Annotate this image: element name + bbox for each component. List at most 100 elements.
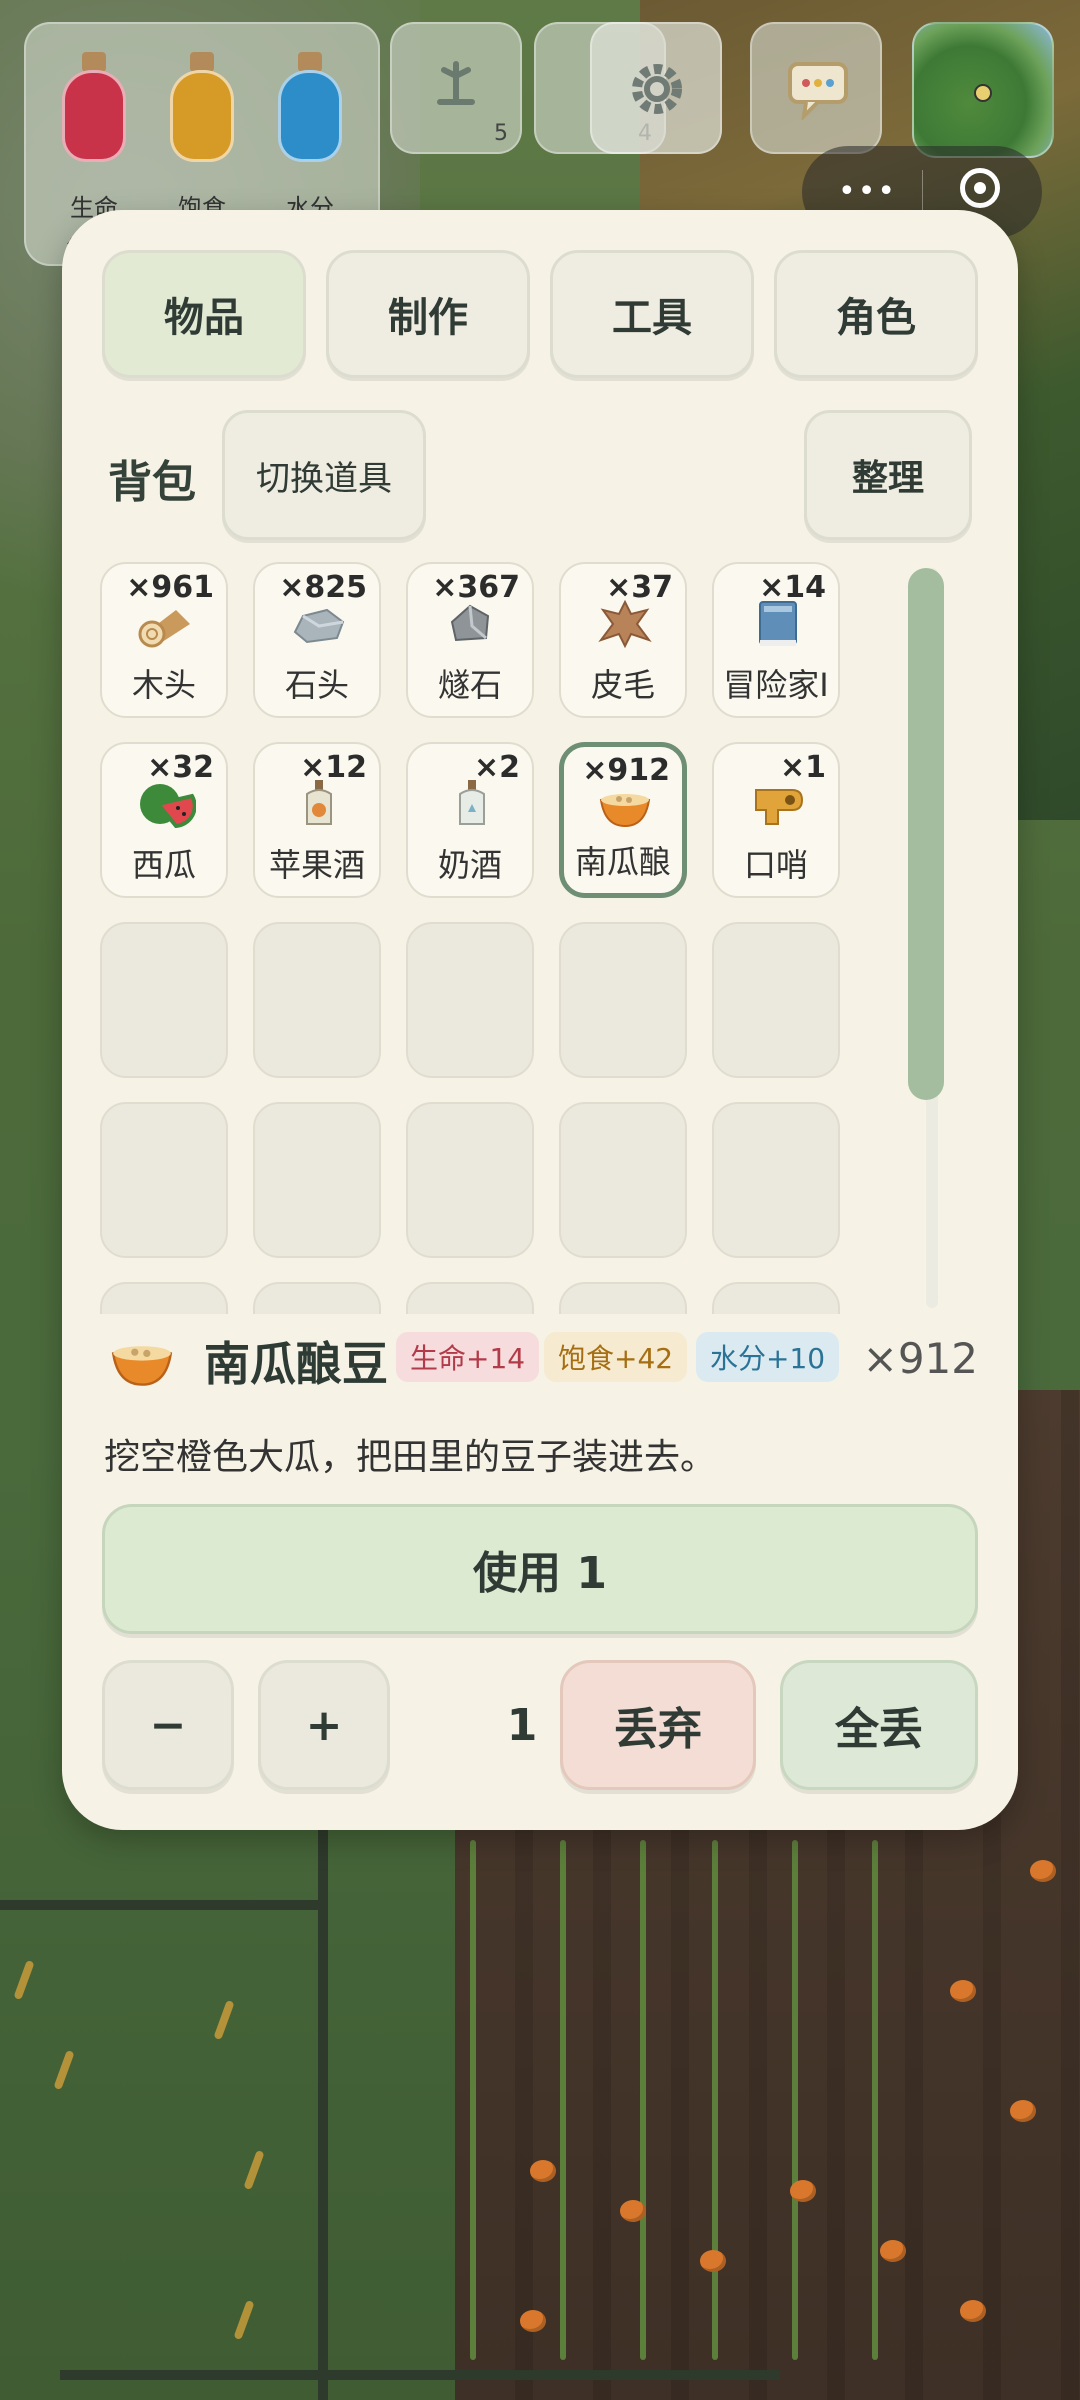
pumpkin xyxy=(950,1980,976,2002)
quick-slot-1[interactable]: 5 xyxy=(390,22,522,154)
item-name: 燧石 xyxy=(437,666,502,704)
inventory-slot-empty[interactable] xyxy=(559,1282,687,1314)
item-quantity: ×825 xyxy=(279,570,367,605)
sort-button[interactable]: 整理 xyxy=(804,410,972,540)
pumpkin-bowl-icon xyxy=(111,1346,173,1386)
item-description: 挖空橙色大瓜，把田里的豆子装进去。 xyxy=(104,1437,717,1478)
quick-slot-count: 5 xyxy=(494,121,508,146)
sapling-icon xyxy=(437,61,475,105)
fence-post xyxy=(318,1830,328,2400)
tab-items[interactable]: 物品 xyxy=(102,250,306,378)
item-name: 南瓜酿 xyxy=(574,843,671,881)
pumpkin xyxy=(1010,2100,1036,2122)
tab-tools[interactable]: 工具 xyxy=(550,250,754,378)
item-quantity: ×1 xyxy=(779,750,826,785)
pumpkin xyxy=(700,2250,726,2272)
inventory-slot-fur[interactable]: ×37 皮毛 xyxy=(559,562,687,718)
water-potion-icon xyxy=(278,52,342,162)
bean-vine xyxy=(792,1840,798,2360)
use-button[interactable]: 使用 1 xyxy=(102,1504,978,1634)
decrease-button[interactable]: − xyxy=(102,1660,234,1790)
item-name: 口哨 xyxy=(743,846,808,884)
item-quantity: ×367 xyxy=(432,570,520,605)
inventory-grid: ×961 木头 ×825 石头 ×367 燧石 ×37 皮毛 ×14 冒险家I … xyxy=(100,562,890,1314)
pumpkin xyxy=(790,2180,816,2202)
bean-vine xyxy=(470,1840,476,2360)
more-menu-icon[interactable]: ••• xyxy=(838,174,897,209)
selected-item-name: 南瓜酿豆 xyxy=(204,1337,388,1391)
inventory-scrollbar-thumb[interactable] xyxy=(908,568,944,1100)
pumpkin xyxy=(520,2310,546,2332)
inventory-slot-empty[interactable] xyxy=(559,1102,687,1258)
item-name: 石头 xyxy=(284,666,349,704)
player-marker-icon xyxy=(974,84,992,102)
inventory-slot-empty[interactable] xyxy=(100,1282,228,1314)
item-name: 皮毛 xyxy=(590,666,655,704)
pumpkin xyxy=(960,2300,986,2322)
tab-crafting[interactable]: 制作 xyxy=(326,250,530,378)
bean-vine xyxy=(560,1840,566,2360)
item-name: 苹果酒 xyxy=(268,846,365,884)
pumpkin xyxy=(620,2200,646,2222)
inventory-slot-empty[interactable] xyxy=(406,922,534,1078)
inventory-slot-empty[interactable] xyxy=(406,1282,534,1314)
inventory-slot-empty[interactable] xyxy=(253,1102,381,1258)
item-name: 奶酒 xyxy=(437,846,502,884)
inventory-slot-pumpkin-stew[interactable]: ×912 南瓜酿 xyxy=(559,742,687,898)
fence-bottom xyxy=(60,2370,780,2380)
fence xyxy=(0,1900,320,1910)
minimap[interactable] xyxy=(912,22,1054,158)
inventory-slot-whistle[interactable]: ×1 口哨 xyxy=(712,742,840,898)
stat-chip-health: 生命+14 xyxy=(396,1332,540,1382)
inventory-slot-empty[interactable] xyxy=(712,922,840,1078)
item-quantity: ×12 xyxy=(300,750,367,785)
bean-vine xyxy=(640,1840,646,2360)
bean-vine xyxy=(872,1840,878,2360)
inventory-slot-empty[interactable] xyxy=(253,922,381,1078)
inventory-slot-empty[interactable] xyxy=(253,1282,381,1314)
bean-vine xyxy=(712,1840,718,2360)
chat-bubble-icon xyxy=(788,62,848,120)
item-quantity: ×961 xyxy=(126,570,214,605)
pumpkin xyxy=(880,2240,906,2262)
tab-character[interactable]: 角色 xyxy=(774,250,978,378)
inventory-slot-empty[interactable] xyxy=(712,1282,840,1314)
pumpkin xyxy=(530,2160,556,2182)
item-quantity: ×37 xyxy=(606,570,673,605)
inventory-slot-milk-wine[interactable]: ×2 奶酒 xyxy=(406,742,534,898)
switch-item-button[interactable]: 切换道具 xyxy=(222,410,426,540)
item-quantity: ×2 xyxy=(473,750,520,785)
inventory-slot-empty[interactable] xyxy=(100,922,228,1078)
inventory-slot-empty[interactable] xyxy=(100,1102,228,1258)
inventory-slot-stone[interactable]: ×825 石头 xyxy=(253,562,381,718)
chat-button[interactable] xyxy=(750,22,882,154)
backpack-title: 背包 xyxy=(108,457,196,508)
close-target-icon[interactable] xyxy=(960,168,1000,208)
health-potion-icon xyxy=(62,52,126,162)
stat-chip-water: 水分+10 xyxy=(696,1332,840,1382)
inventory-slot-wood[interactable]: ×961 木头 xyxy=(100,562,228,718)
increase-button[interactable]: + xyxy=(258,1660,390,1790)
inventory-slot-empty[interactable] xyxy=(406,1102,534,1258)
inventory-slot-empty[interactable] xyxy=(712,1102,840,1258)
stat-chip-hunger: 饱食+42 xyxy=(544,1332,688,1382)
item-quantity: ×14 xyxy=(759,570,826,605)
selected-item-quantity: ×912 xyxy=(862,1334,978,1383)
inventory-panel: 物品 制作 工具 角色 背包 切换道具 整理 ×961 木头 ×825 石头 ×… xyxy=(62,210,1018,1830)
inventory-slot-flint[interactable]: ×367 燧石 xyxy=(406,562,534,718)
item-name: 木头 xyxy=(131,666,196,704)
discard-all-button[interactable]: 全丢 xyxy=(780,1660,978,1790)
item-quantity: ×32 xyxy=(147,750,214,785)
inventory-slot-adventurer-book[interactable]: ×14 冒险家I xyxy=(712,562,840,718)
discard-button[interactable]: 丢弃 xyxy=(560,1660,756,1790)
hunger-potion-icon xyxy=(170,52,234,162)
inventory-slot-watermelon[interactable]: ×32 西瓜 xyxy=(100,742,228,898)
settings-button[interactable] xyxy=(590,22,722,154)
gear-icon xyxy=(632,64,682,114)
item-name: 冒险家I xyxy=(723,666,829,704)
inventory-slot-empty[interactable] xyxy=(559,922,687,1078)
inventory-slot-cider[interactable]: ×12 苹果酒 xyxy=(253,742,381,898)
item-name: 西瓜 xyxy=(131,846,196,884)
pumpkin xyxy=(1030,1860,1056,1882)
item-quantity: ×912 xyxy=(582,753,670,788)
